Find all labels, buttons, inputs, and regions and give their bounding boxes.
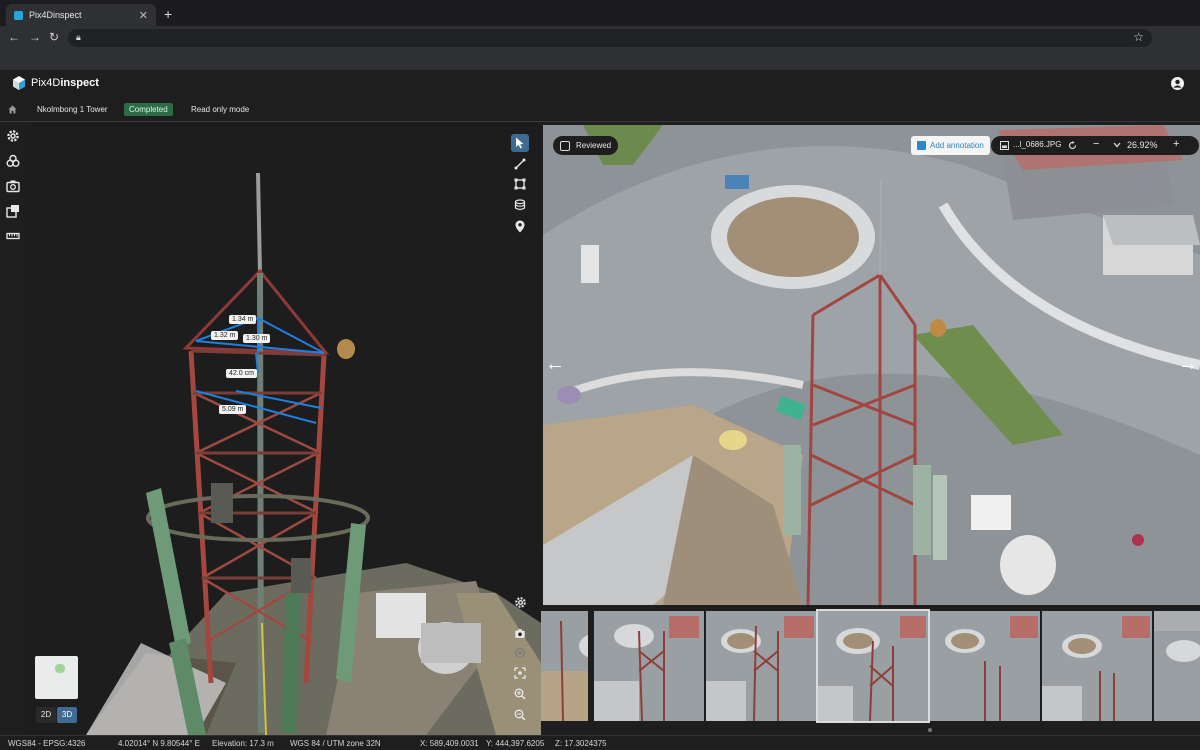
thumbnail[interactable] [930, 611, 1040, 721]
camera-icon[interactable] [6, 179, 20, 193]
back-icon[interactable]: ← [8, 30, 20, 44]
home-icon[interactable] [8, 105, 17, 114]
zoom-in-icon[interactable] [511, 685, 529, 703]
thumbnail[interactable] [1154, 611, 1200, 721]
image-toolbar: ...l_0686.JPG − 26.92% + [991, 136, 1199, 155]
zoom-level: 26.92% [1127, 140, 1158, 150]
image-gallery-icon[interactable] [6, 204, 20, 218]
browser-tab[interactable]: Pix4Dinspect ✕ [6, 4, 156, 26]
cube-logo-icon [13, 76, 25, 90]
annotation-icon [917, 141, 926, 150]
browser-toolbar: ← → ↻ 🔒︎ ☆ [0, 26, 1200, 50]
browser-gap [0, 50, 1200, 70]
status-badge: Completed [124, 103, 173, 116]
measurement-label[interactable]: 5.09 m [219, 405, 247, 414]
new-tab-button[interactable]: + [164, 6, 172, 22]
select-tool-icon[interactable] [511, 134, 529, 152]
logo-text-bold: inspect [60, 77, 99, 89]
thumbnail[interactable] [594, 611, 704, 721]
address-bar[interactable]: 🔒︎ ☆ [68, 29, 1152, 47]
image-file-icon [1000, 141, 1009, 150]
polygon-tool-icon[interactable] [511, 175, 529, 193]
measurement-label[interactable]: 1.30 m [243, 334, 271, 343]
location-pin-icon[interactable] [511, 217, 529, 235]
fit-view-icon[interactable] [511, 664, 529, 682]
bookmark-star-icon[interactable]: ☆ [1133, 30, 1144, 44]
viewport-settings-gear-icon[interactable] [511, 593, 529, 611]
previous-image-arrow-icon[interactable]: ← [545, 353, 565, 376]
point-cloud-render [86, 172, 541, 735]
reload-icon[interactable]: ↻ [49, 30, 59, 44]
project-name[interactable]: Nkolmbong 1 Tower [37, 105, 108, 114]
read-only-label: Read only mode [191, 105, 250, 114]
elevation-readout: Elevation: 17.3 m [212, 739, 274, 748]
tab-title: Pix4Dinspect [29, 10, 82, 20]
minimap-marker [55, 664, 65, 673]
thumbnail[interactable] [1042, 611, 1152, 721]
aerial-photo [543, 125, 1200, 605]
volume-tool-icon[interactable] [511, 196, 529, 214]
geo-coordinates: 4.02014° N 9.80544° E [118, 739, 201, 748]
left-toolbar [0, 123, 26, 735]
rotate-icon[interactable] [1068, 141, 1077, 150]
forward-icon[interactable]: → [29, 30, 41, 44]
3d-viewport[interactable]: 1.34 m 1.32 m 1.30 m 42.0 cm 5.09 m 2D 3… [26, 123, 541, 735]
next-image-arrow-icon[interactable]: → [1178, 353, 1198, 376]
checkbox-icon[interactable] [560, 140, 570, 151]
measurement-label[interactable]: 42.0 cm [226, 369, 257, 378]
image-viewer[interactable]: Reviewed Add annotation ...l_0686.JPG − … [543, 125, 1200, 605]
status-bar: WGS84 - EPSG:4326 4.02014° N 9.80544° E … [0, 735, 1200, 750]
thumbnail[interactable] [706, 611, 816, 721]
zoom-out-icon[interactable] [511, 706, 529, 724]
thumbnail-strip[interactable] [541, 609, 1200, 725]
screenshot-camera-icon[interactable] [511, 624, 529, 642]
app-header: Pix4D inspect [0, 70, 1200, 98]
lock-icon: 🔒︎ [76, 32, 81, 42]
logo-text-regular: Pix4D [31, 77, 61, 89]
add-annotation-label: Add annotation [930, 141, 984, 150]
add-annotation-button[interactable]: Add annotation [911, 136, 990, 155]
thumbnail-active[interactable] [816, 609, 930, 723]
zoom-in-button[interactable]: + [1173, 138, 1179, 150]
crs-label: WGS84 - EPSG:4326 [8, 739, 86, 748]
polyline-tool-icon[interactable] [511, 155, 529, 173]
chevron-down-icon[interactable] [1113, 142, 1121, 148]
measurement-label[interactable]: 1.34 m [229, 315, 257, 324]
view-3d-button[interactable]: 3D [57, 707, 77, 723]
ruler-icon[interactable] [6, 229, 20, 243]
minimap[interactable] [35, 656, 78, 699]
reviewed-label: Reviewed [576, 141, 612, 150]
y-coordinate: Y: 444,397.6205 [486, 739, 545, 748]
image-filename: ...l_0686.JPG [1013, 140, 1062, 149]
pagination-dot [928, 728, 932, 732]
settings-gear-icon[interactable] [6, 129, 20, 143]
view-2d-button[interactable]: 2D [36, 707, 56, 723]
browser-tabbar: Pix4Dinspect ✕ + [0, 0, 1200, 26]
projected-crs-label: WGS 84 / UTM zone 32N [290, 739, 381, 748]
breadcrumb: Nkolmbong 1 Tower Completed Read only mo… [0, 98, 1200, 122]
locate-target-icon[interactable] [511, 644, 529, 662]
layers-icon[interactable] [6, 154, 20, 168]
close-tab-icon[interactable]: ✕ [139, 9, 148, 22]
reviewed-checkbox[interactable]: Reviewed [553, 136, 619, 155]
x-coordinate: X: 589,409.0031 [420, 739, 479, 748]
measurement-label[interactable]: 1.32 m [211, 331, 239, 340]
user-account-icon[interactable] [1171, 77, 1184, 90]
z-coordinate: Z: 17.3024375 [555, 739, 607, 748]
zoom-out-button[interactable]: − [1093, 138, 1099, 150]
thumbnail[interactable] [541, 611, 588, 721]
app-favicon-icon [14, 10, 23, 20]
app-logo[interactable]: Pix4D inspect [12, 76, 99, 90]
